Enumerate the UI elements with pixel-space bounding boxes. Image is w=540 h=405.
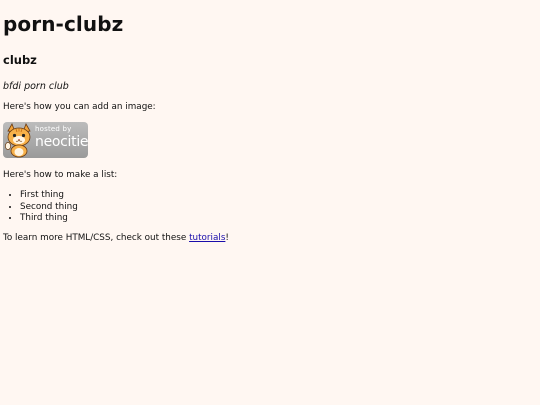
learn-more-text: To learn more HTML/CSS, check out these … (3, 233, 540, 244)
example-list: First thing Second thing Third thing (3, 190, 540, 225)
learn-more-suffix: ! (225, 232, 229, 243)
image-intro-text: Here's how you can add an image: (3, 102, 156, 112)
badge-neocities-text: neocities (35, 134, 88, 150)
list-item: Second thing (20, 202, 540, 214)
list-intro-text: Here's how to make a list: (3, 170, 118, 180)
list-item: Third thing (20, 213, 540, 225)
page-title: porn-clubz (3, 12, 124, 36)
hosted-by-neocities-badge[interactable]: hosted by neocities (3, 122, 88, 158)
list-item: First thing (20, 190, 540, 202)
learn-more-prefix: To learn more HTML/CSS, check out these (3, 232, 190, 243)
tutorials-link[interactable]: tutorials (189, 233, 225, 243)
badge-text: hosted by neocities (35, 125, 88, 150)
neocities-cat-icon (5, 123, 31, 158)
badge-hosted-by-text: hosted by (35, 125, 72, 133)
tagline: bfdi porn club (3, 81, 69, 92)
page-subtitle: clubz (3, 53, 37, 67)
page: porn-clubz clubz bfdi porn club Here's h… (0, 0, 540, 405)
